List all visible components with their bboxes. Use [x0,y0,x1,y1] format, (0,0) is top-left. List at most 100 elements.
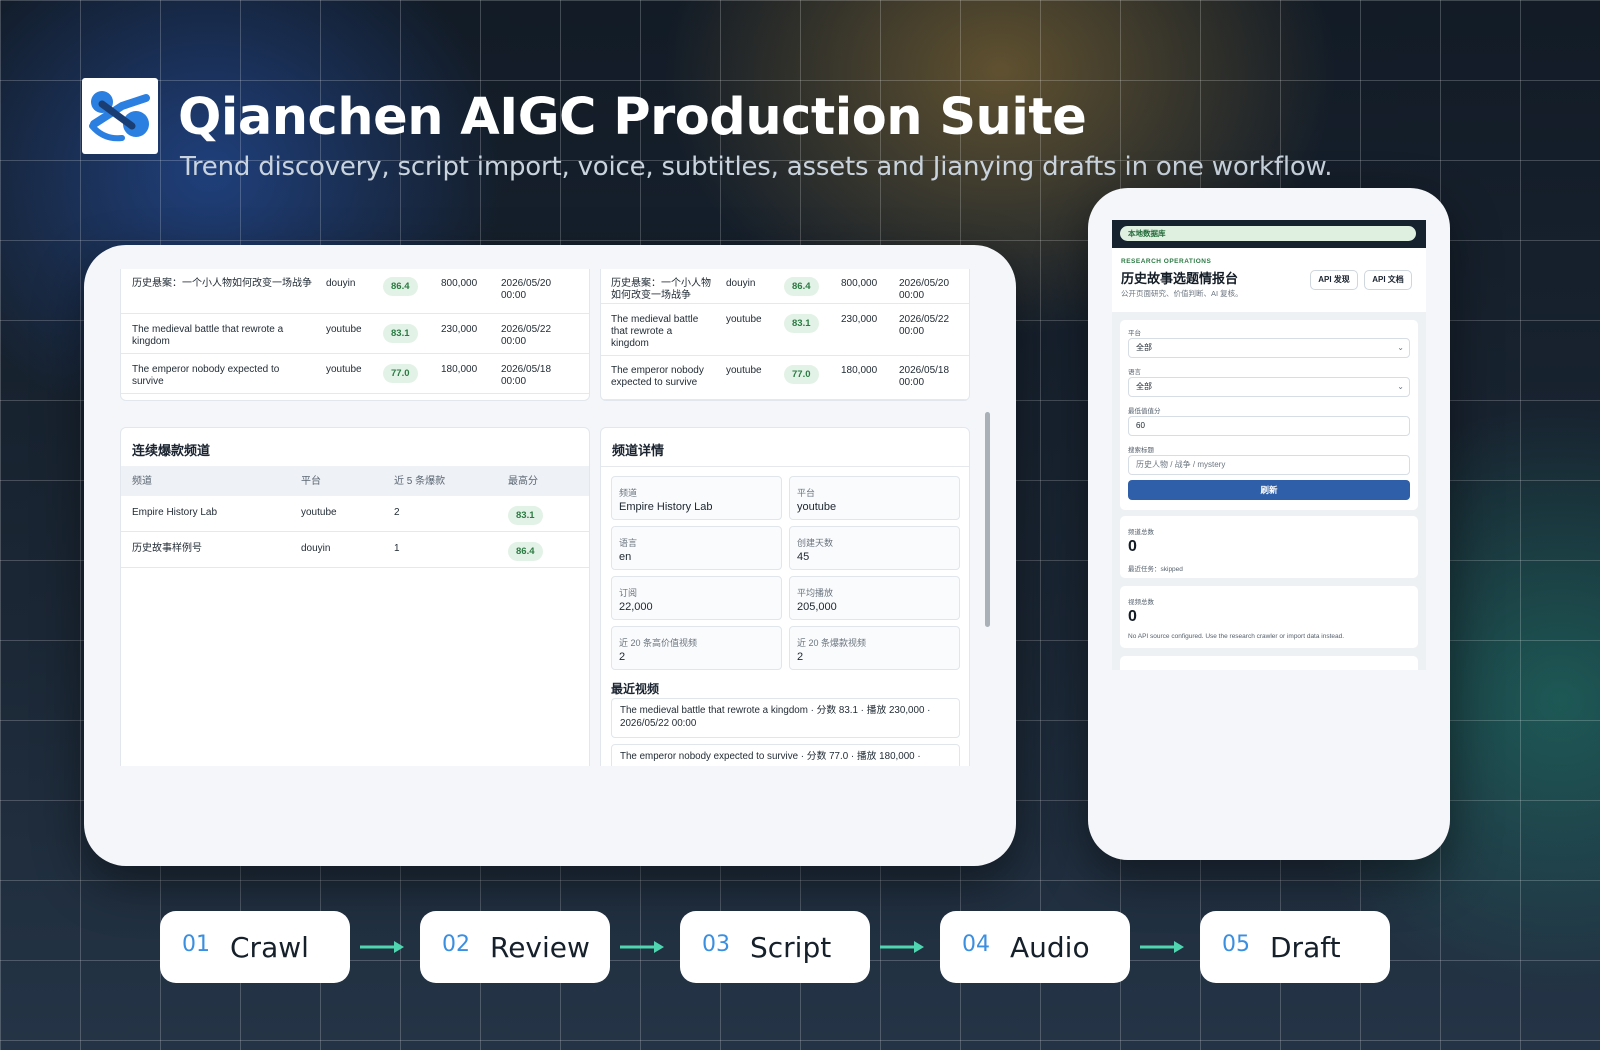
video-platform: youtube [326,324,362,335]
phone-page-desc: 公开页面研究、价值判断、AI 复核。 [1121,289,1243,298]
column-header[interactable]: 近 5 条爆款 [394,476,445,488]
column-header[interactable]: 频道 [132,476,152,488]
field-value: Empire History Lab [619,501,713,513]
video-title: The emperor nobody expected to survive [611,365,704,388]
step-number: 01 [182,932,210,957]
refresh-button[interactable]: 刷新 [1128,480,1410,500]
page-title: Qianchen AIGC Production Suite [178,88,1087,147]
api-discover-button[interactable]: API 发现 [1310,270,1358,290]
language-select[interactable]: 全部 ⌄ [1128,377,1410,397]
video-platform: youtube [326,364,362,375]
table-row[interactable]: The medieval battle that rewrote a kingd… [601,304,969,356]
stat-note: 最近任务：skipped [1128,566,1183,573]
field-value: 2 [797,651,804,663]
language-select-value: 全部 [1136,382,1152,391]
step-number: 05 [1222,932,1250,957]
field-label: 平台 [797,488,816,498]
video-count-card: 视频总数 0 No API source configured. Use the… [1120,586,1418,648]
step-crawl[interactable]: 01 Crawl [160,911,350,983]
table-row[interactable]: 历史悬案：一个小人物如何改变一场战争 douyin 86.4 800,000 2… [121,269,589,314]
platform-select-value: 全部 [1136,343,1152,352]
field-label: 语言 [619,538,638,548]
arrow-right-icon [1140,941,1184,953]
video-plays: 180,000 [441,364,478,375]
step-label: Review [490,931,590,964]
tablet-mockup: 历史悬案：一个小人物如何改变一场战争 douyin 86.4 800,000 2… [84,245,1016,866]
search-input[interactable]: 历史人物 / 战争 / mystery [1128,455,1410,475]
step-number: 03 [702,932,730,957]
phone-mockup: 本地数据库 RESEARCH OPERATIONS 历史故事选题情报台 公开页面… [1088,188,1450,860]
step-script[interactable]: 03 Script [680,911,870,983]
phone-screen: 本地数据库 RESEARCH OPERATIONS 历史故事选题情报台 公开页面… [1112,220,1426,670]
chevron-down-icon: ⌄ [1397,343,1404,352]
video-title: The medieval battle that rewrote a kingd… [132,324,284,347]
score-badge: 83.1 [784,314,819,333]
table-row[interactable]: The medieval battle that rewrote a kingd… [121,314,589,354]
step-label: Draft [1270,931,1341,964]
field-value: en [619,551,632,563]
step-label: Script [750,931,832,964]
stat-label: 频道总数 [1128,529,1154,536]
table-row[interactable]: 历史悬案：一个小人物如何改变一场战争 douyin 86.4 800,000 2… [601,269,969,304]
filter-card: 平台 全部 ⌄ 语言 全部 ⌄ 最低值值分 60 搜索标题 历史人物 / 战争 … [1120,320,1418,510]
channel-name: Empire History Lab [132,507,218,518]
score-badge: 83.1 [508,506,543,525]
step-draft[interactable]: 05 Draft [1200,911,1390,983]
field-value: youtube [797,501,837,513]
phone-header: RESEARCH OPERATIONS 历史故事选题情报台 公开页面研究、价值判… [1112,248,1426,312]
video-plays: 800,000 [841,278,878,289]
channel-count-card: 频道总数 0 最近任务：skipped [1120,516,1418,578]
step-review[interactable]: 02 Review [420,911,610,983]
min-score-label: 最低值值分 [1128,408,1161,415]
video-platform: douyin [726,278,756,289]
detail-field-high-value: 近 20 条高价值视频 2 [611,626,782,670]
detail-field-age-days: 创建天数 45 [789,526,960,570]
scrollbar[interactable] [985,412,990,627]
recent-video-item[interactable]: The medieval battle that rewrote a kingd… [611,698,960,738]
table-header: 频道 平台 近 5 条爆款 最高分 [121,466,589,496]
table-row[interactable]: 历史故事样例号 douyin 1 86.4 [121,532,589,568]
table-row[interactable]: Empire History Lab youtube 2 83.1 [121,496,589,532]
phone-page-title: 历史故事选题情报台 [1121,271,1239,286]
recent-videos-heading: 最近视频 [611,682,660,696]
field-label: 频道 [619,488,638,498]
field-label: 创建天数 [797,538,834,548]
video-plays: 230,000 [441,324,478,335]
stat-label: 视频总数 [1128,599,1154,606]
stat-value: 0 [1128,538,1137,555]
column-header[interactable]: 最高分 [508,476,538,488]
step-number: 04 [962,932,990,957]
step-label: Audio [1010,931,1090,964]
local-db-chip: 本地数据库 [1120,226,1416,241]
step-audio[interactable]: 04 Audio [940,911,1130,983]
table-row[interactable]: The emperor nobody expected to survive y… [601,356,969,400]
min-score-input[interactable]: 60 [1128,416,1410,436]
platform-select[interactable]: 全部 ⌄ [1128,338,1410,358]
detail-field-subscribers: 订阅 22,000 [611,576,782,620]
video-date: 2026/05/22 00:00 [899,314,950,337]
video-title: 历史悬案：一个小人物如何改变一场战争 [132,278,312,289]
score-badge: 83.1 [383,324,418,343]
video-date: 2026/05/18 00:00 [501,364,552,387]
video-plays: 230,000 [841,314,878,325]
phone-topbar: 本地数据库 [1112,220,1426,248]
api-docs-button[interactable]: API 文档 [1364,270,1412,290]
card-title: 频道详情 [612,443,665,458]
recent-video-item[interactable]: The emperor nobody expected to survive ·… [611,744,960,766]
score-badge: 86.4 [508,542,543,561]
score-badge: 86.4 [784,277,819,296]
video-title: The medieval battle that rewrote a kingd… [611,314,699,349]
channel-platform: douyin [301,543,331,554]
card-title: 连续爆款频道 [132,443,211,458]
column-header[interactable]: 平台 [301,476,321,488]
video-title: 历史悬案：一个小人物如何改变一场战争 [611,278,711,301]
table-row[interactable]: The emperor nobody expected to survive y… [121,354,589,394]
video-date: 2026/05/20 00:00 [501,278,552,301]
field-label: 近 20 条高价值视频 [619,638,698,648]
score-badge: 86.4 [383,277,418,296]
channel-name: 历史故事样例号 [132,543,202,554]
next-card [1120,656,1418,670]
video-date: 2026/05/18 00:00 [899,365,950,388]
video-plays: 800,000 [441,278,478,289]
streak-channels-card: 连续爆款频道 频道 平台 近 5 条爆款 最高分 Empire History … [120,427,590,766]
